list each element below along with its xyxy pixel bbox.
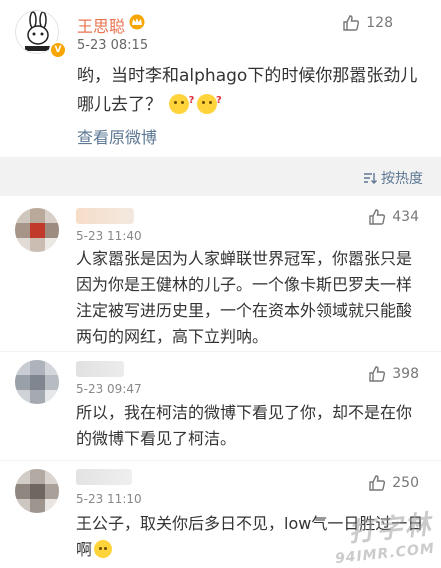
timestamp: 5-23 11:10 — [76, 492, 142, 506]
like-button[interactable]: 250 — [368, 474, 419, 492]
timestamp: 5-23 11:40 — [76, 229, 142, 243]
verified-badge-icon: V — [49, 41, 67, 59]
username[interactable]: 王思聪 — [77, 13, 125, 37]
thumbs-up-icon — [369, 209, 386, 225]
comment-text: 人家嚣张是因为人家蝉联世界冠军，你嚣张只是因为你是王健林的儿子。一个像卡斯巴罗夫… — [76, 249, 413, 346]
vip-crown-icon — [129, 14, 145, 30]
like-count: 128 — [366, 15, 393, 31]
username[interactable] — [76, 469, 132, 485]
comment-text: 哟，当时李和alphago下的时候你那嚣张劲儿哪儿去了？ ? ? — [77, 62, 422, 120]
thinking-emoji-icon: ? — [196, 94, 222, 114]
like-count: 250 — [392, 475, 419, 491]
like-button[interactable]: 128 — [342, 14, 393, 32]
view-original-link[interactable]: 查看原微博 — [77, 124, 157, 148]
watermark: 打字林 94IMR.COM — [330, 504, 435, 567]
like-count: 398 — [392, 366, 419, 382]
sort-label: 按热度 — [381, 171, 423, 187]
username[interactable] — [76, 208, 134, 224]
like-button[interactable]: 398 — [368, 365, 419, 383]
list-item: 5-23 11:40 434 人家嚣张是因为人家蝉联世界冠军，你嚣张只是因为你是… — [0, 196, 441, 351]
avatar[interactable] — [15, 208, 59, 252]
timestamp: 5-23 08:15 — [77, 38, 149, 53]
comment-text: 所以，我在柯洁的微博下看见了你，却不是在你的微博下看见了柯洁。 — [76, 403, 413, 448]
thinking-emoji-icon: ? — [169, 94, 194, 114]
sort-by-hotness-button[interactable]: 按热度 — [363, 168, 423, 188]
thumbs-up-icon — [369, 475, 386, 491]
list-item: 5-23 09:47 398 所以，我在柯洁的微博下看见了你，却不是在你的微博下… — [0, 352, 441, 460]
comment-text-body: 哟，当时李和alphago下的时候你那嚣张劲儿哪儿去了？ — [77, 66, 418, 115]
thumbs-up-icon — [369, 366, 386, 382]
timestamp: 5-23 09:47 — [76, 382, 142, 396]
like-count: 434 — [392, 209, 419, 225]
like-button[interactable]: 434 — [368, 208, 419, 226]
grin-emoji-icon — [94, 540, 113, 558]
thumbs-up-icon — [343, 15, 360, 31]
username[interactable] — [76, 361, 124, 377]
sort-icon — [364, 173, 377, 184]
main-comment-card: V 王思聪 5-23 08:15 128 哟，当时李和alphago下的时候你那… — [0, 0, 441, 157]
avatar[interactable] — [15, 360, 59, 404]
avatar[interactable] — [15, 469, 59, 513]
